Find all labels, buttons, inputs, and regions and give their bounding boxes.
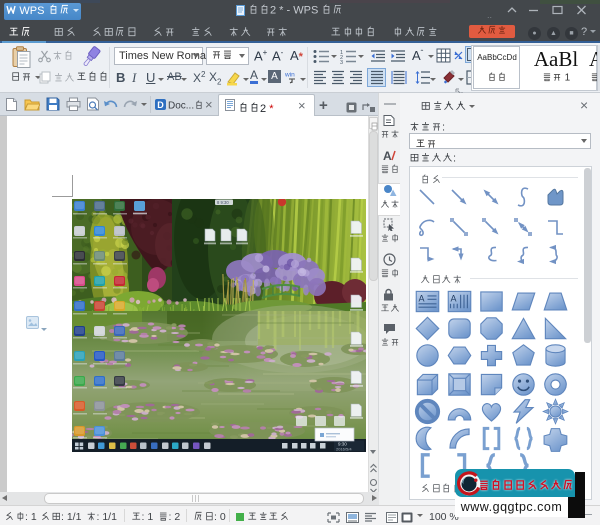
svg-text:2016/5/4: 2016/5/4 bbox=[336, 447, 352, 452]
svg-text:8 9:30: 8 9:30 bbox=[217, 200, 229, 205]
svg-text:A: A bbox=[383, 149, 392, 162]
svg-text:A: A bbox=[451, 294, 457, 304]
svg-text:3: 3 bbox=[340, 60, 343, 64]
svg-text:A: A bbox=[419, 294, 425, 304]
svg-text:win: win bbox=[285, 72, 295, 79]
svg-text:D: D bbox=[157, 100, 164, 110]
